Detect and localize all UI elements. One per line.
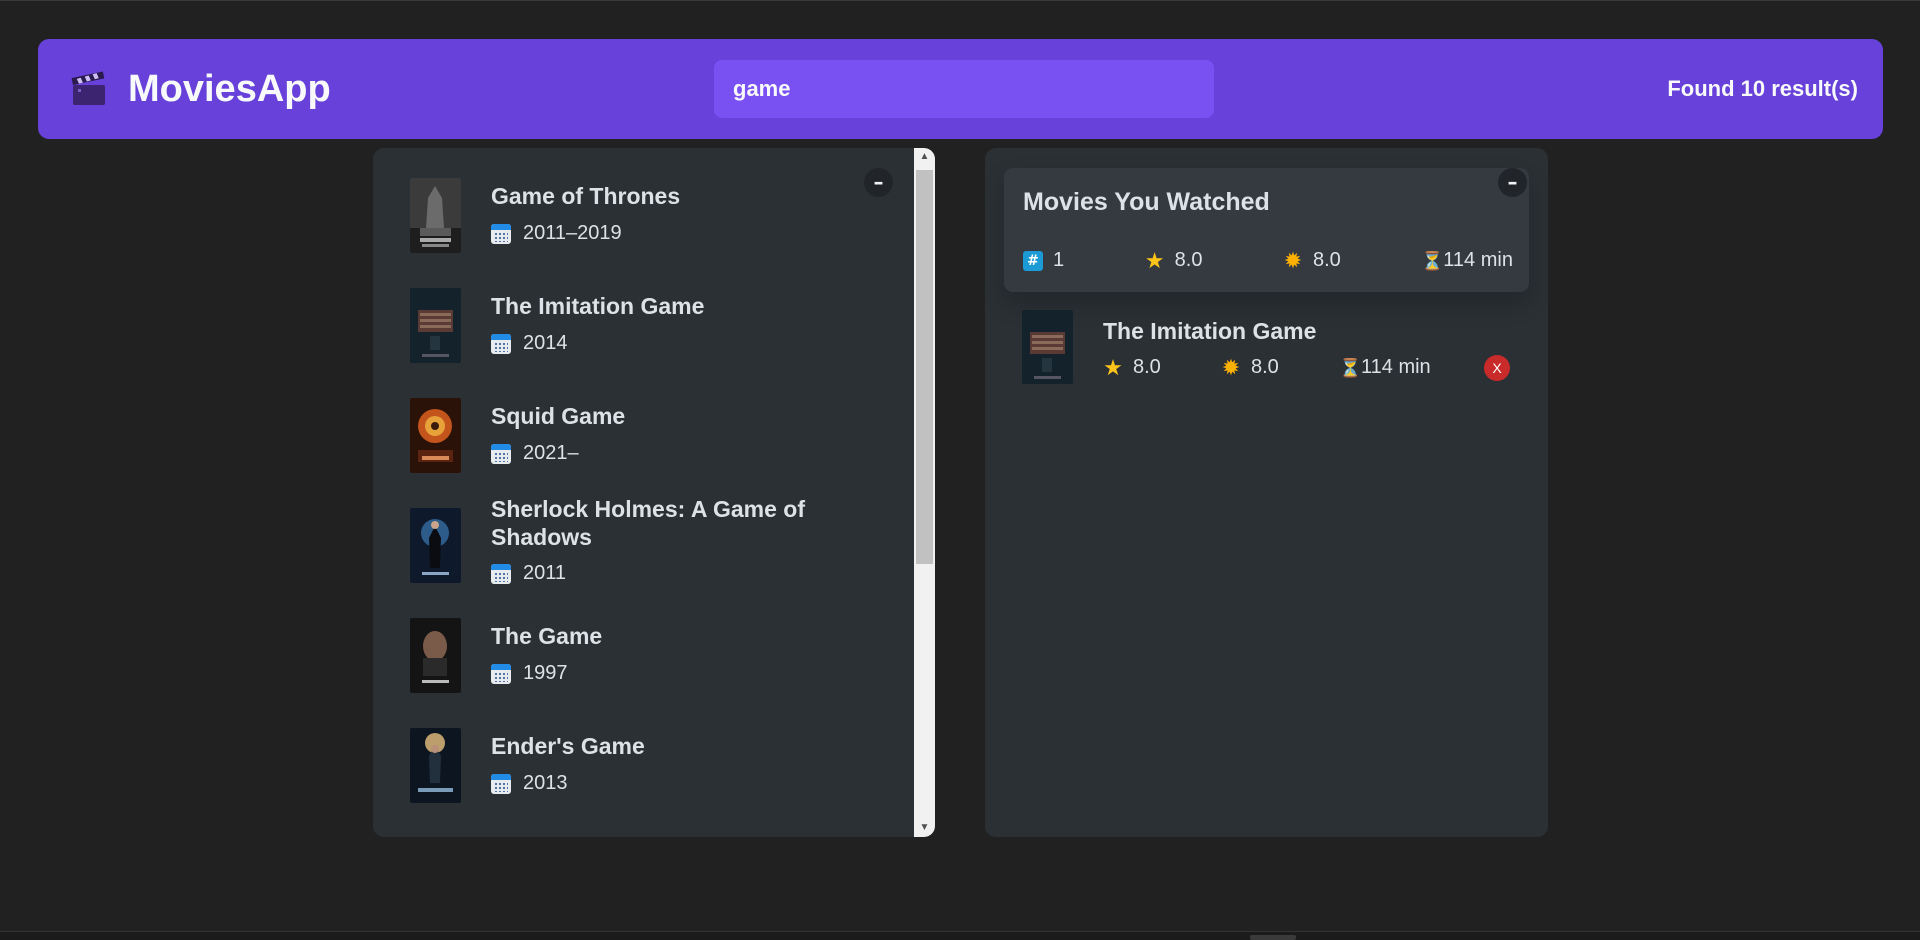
watched-movie-stats: ★ 8.0 ✹ 8.0 ⏳ 114 min — [1103, 356, 1431, 379]
window-top-border — [0, 0, 1920, 1]
watched-summary: Movies You Watched # 1 ★ 8.0 ✹ 8.0 ⏳ 114… — [1004, 168, 1529, 292]
watched-count: # 1 — [1023, 249, 1064, 272]
user-rating-value: 8.0 — [1251, 356, 1279, 378]
movie-year: 2011 — [491, 562, 566, 585]
bottom-scrollbar[interactable] — [0, 931, 1920, 940]
app-title: MoviesApp — [128, 67, 331, 110]
avg-runtime-value: 114 min — [1443, 249, 1513, 271]
delete-watched-button[interactable]: X — [1484, 355, 1510, 381]
hash-icon: # — [1023, 250, 1043, 271]
calendar-icon — [491, 223, 511, 244]
summary-stats: # 1 ★ 8.0 ✹ 8.0 ⏳ 114 min — [1023, 249, 1513, 272]
watched-list-item[interactable]: The Imitation Game ★ 8.0 ✹ 8.0 ⏳ 114 min… — [985, 310, 1548, 406]
watched-count-value: 1 — [1053, 249, 1065, 271]
avg-user-rating: ✹ 8.0 — [1283, 249, 1341, 272]
movie-poster — [410, 618, 461, 693]
movie-year-text: 2013 — [523, 772, 568, 794]
list-item[interactable]: The Game 1997 — [373, 618, 914, 728]
movie-year-text: 1997 — [523, 662, 568, 684]
watched-movie-title: The Imitation Game — [1103, 318, 1317, 344]
navbar: MoviesApp Found 10 result(s) — [38, 39, 1883, 139]
movie-year: 1997 — [491, 662, 568, 685]
movie-year-text: 2011–2019 — [523, 222, 622, 244]
movie-title: The Imitation Game — [491, 293, 705, 319]
imdb-rating-value: 8.0 — [1133, 356, 1161, 378]
list-item[interactable]: Squid Game 2021– — [373, 398, 914, 508]
sun-icon: ✹ — [1221, 354, 1241, 380]
list-item[interactable]: Game of Thrones 2011–2019 — [373, 178, 914, 288]
calendar-icon — [491, 563, 511, 584]
movie-year-text: 2011 — [523, 562, 567, 584]
summary-heading: Movies You Watched — [1023, 188, 1270, 216]
collapse-watched-button[interactable]: – — [1498, 168, 1527, 197]
list-item[interactable]: The Imitation Game 2014 — [373, 288, 914, 398]
movie-year-text: 2014 — [523, 332, 568, 354]
search-results-box: – Game of Thrones 2011–2019 The Imitatio… — [373, 148, 935, 837]
calendar-icon — [491, 663, 511, 684]
movie-poster — [410, 508, 461, 583]
search-input[interactable] — [714, 60, 1214, 118]
movie-poster — [410, 398, 461, 473]
movie-year: 2014 — [491, 332, 568, 355]
movie-year: 2013 — [491, 772, 568, 795]
movie-title: The Game — [491, 623, 603, 649]
avg-imdb-rating: ★ 8.0 — [1145, 249, 1203, 272]
bottom-scrollbar-thumb[interactable] — [1250, 935, 1296, 940]
star-icon: ★ — [1144, 247, 1165, 273]
results-scrollbar[interactable]: ▲ ▼ — [914, 148, 935, 837]
list-item[interactable]: Ender's Game 2013 — [373, 728, 914, 837]
imdb-rating: ★ 8.0 — [1103, 356, 1221, 379]
movie-title: Game of Thrones — [491, 183, 681, 209]
collapse-results-button[interactable]: – — [864, 168, 893, 197]
scrollbar-thumb[interactable] — [916, 170, 933, 564]
calendar-icon — [491, 773, 511, 794]
runtime-value: 114 min — [1361, 356, 1431, 378]
movie-poster — [410, 728, 461, 803]
movie-year: 2021– — [491, 442, 579, 465]
star-icon: ★ — [1103, 354, 1123, 380]
movie-poster — [410, 288, 461, 363]
movie-year: 2011–2019 — [491, 222, 622, 245]
movie-list: Game of Thrones 2011–2019 The Imitation … — [373, 148, 914, 837]
user-rating: ✹ 8.0 — [1221, 356, 1339, 379]
sun-icon: ✹ — [1283, 247, 1303, 273]
logo: MoviesApp — [70, 68, 570, 111]
movie-year-text: 2021– — [523, 442, 579, 464]
runtime: ⏳ 114 min — [1339, 356, 1431, 379]
movie-poster — [1022, 310, 1073, 384]
watched-box: – Movies You Watched # 1 ★ 8.0 ✹ 8.0 ⏳ 1… — [985, 148, 1548, 837]
avg-imdb-rating-value: 8.0 — [1174, 249, 1203, 271]
movie-poster — [410, 178, 461, 253]
scroll-down-arrow-icon[interactable]: ▼ — [914, 819, 935, 837]
list-item[interactable]: Sherlock Holmes: A Game of Shadows 2011 — [373, 495, 914, 605]
avg-runtime: ⏳ 114 min — [1421, 249, 1513, 272]
movie-title: Ender's Game — [491, 733, 645, 759]
calendar-icon — [491, 443, 511, 464]
results-count: Found 10 result(s) — [1667, 76, 1858, 101]
scroll-up-arrow-icon[interactable]: ▲ — [914, 148, 935, 166]
hourglass-icon: ⏳ — [1421, 250, 1444, 271]
movie-title: Squid Game — [491, 403, 626, 429]
clapperboard-icon — [70, 70, 108, 108]
hourglass-icon: ⏳ — [1339, 357, 1362, 378]
calendar-icon — [491, 333, 511, 354]
movie-title: Sherlock Holmes: A Game of Shadows — [491, 496, 805, 550]
avg-user-rating-value: 8.0 — [1312, 249, 1341, 271]
